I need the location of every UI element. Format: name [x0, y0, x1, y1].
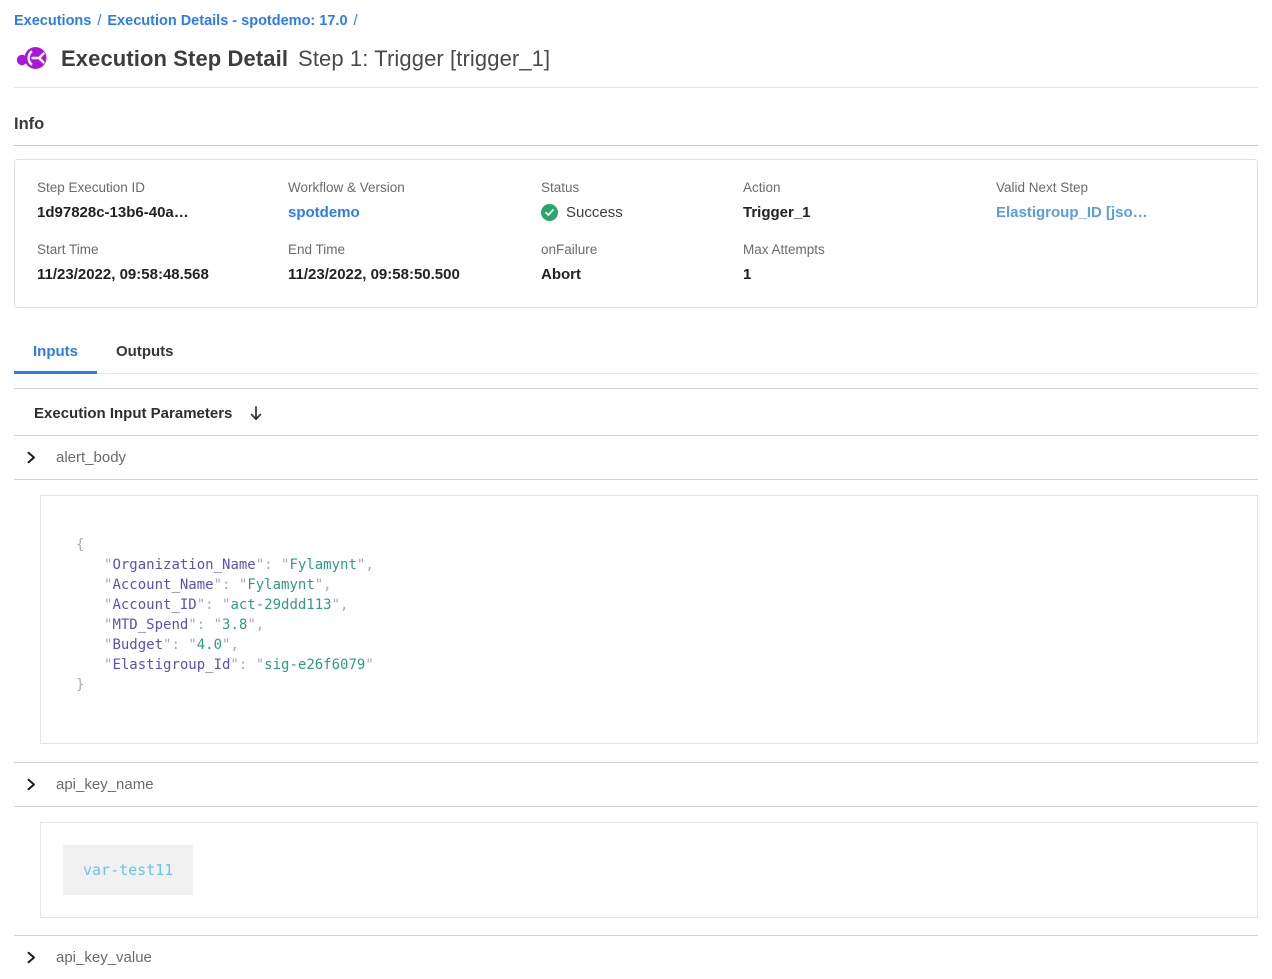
- status-badge: Success: [541, 204, 743, 221]
- code-line: "Account_Name": "Fylamynt",: [76, 575, 1223, 595]
- field-action: Action Trigger_1: [743, 180, 996, 222]
- chevron-right-icon: [24, 777, 38, 792]
- max-attempts-value: 1: [743, 266, 996, 283]
- field-valid-next-step: Valid Next Step Elastigroup_ID [jso…: [996, 180, 1247, 222]
- field-label: Max Attempts: [743, 242, 996, 257]
- field-label: Step Execution ID: [37, 180, 288, 195]
- breadcrumb-separator: /: [91, 13, 107, 29]
- workflow-link[interactable]: spotdemo: [288, 204, 360, 221]
- header-divider: [14, 87, 1258, 88]
- param-row-api-key-value[interactable]: api_key_value: [14, 936, 1258, 979]
- field-start-time: Start Time 11/23/2022, 09:58:48.568: [37, 242, 288, 283]
- code-line: "Elastigroup_Id": "sig-e26f6079": [76, 655, 1223, 675]
- field-label: Workflow & Version: [288, 180, 541, 195]
- field-label: onFailure: [541, 242, 743, 257]
- field-workflow-version: Workflow & Version spotdemo: [288, 180, 541, 222]
- alert-body-json-panel: {"Organization_Name": "Fylamynt","Accoun…: [40, 495, 1258, 744]
- api-key-name-value-panel: var-test11: [40, 822, 1258, 918]
- info-section-heading: Info: [14, 115, 1258, 134]
- execution-step-detail-page: Executions/Execution Details - spotdemo:…: [0, 0, 1272, 979]
- step-execution-id-value: 1d97828c-13b6-40a…: [37, 204, 288, 221]
- field-empty: [996, 242, 1247, 283]
- status-text: Success: [566, 204, 623, 221]
- section-row-divider: [14, 479, 1258, 480]
- tab-inputs[interactable]: Inputs: [14, 334, 97, 374]
- breadcrumb: Executions/Execution Details - spotdemo:…: [14, 0, 1258, 29]
- start-time-value: 11/23/2022, 09:58:48.568: [37, 266, 288, 283]
- end-time-value: 11/23/2022, 09:58:50.500: [288, 266, 541, 283]
- section-row-divider: [14, 806, 1258, 807]
- chevron-right-icon: [24, 950, 38, 965]
- page-header: Execution Step Detail Step 1: Trigger [tr…: [14, 45, 1258, 72]
- success-check-icon: [541, 204, 558, 221]
- field-step-execution-id: Step Execution ID 1d97828c-13b6-40a…: [37, 180, 288, 222]
- param-name: alert_body: [56, 449, 126, 466]
- field-end-time: End Time 11/23/2022, 09:58:50.500: [288, 242, 541, 283]
- breadcrumb-separator: /: [348, 13, 364, 29]
- breadcrumb-link-execution-details[interactable]: Execution Details - spotdemo: 17.0: [107, 13, 347, 29]
- execution-input-parameters-header: Execution Input Parameters: [14, 389, 1258, 435]
- page-title: Execution Step Detail Step 1: Trigger [tr…: [61, 46, 550, 72]
- field-label: Start Time: [37, 242, 288, 257]
- code-line: "MTD_Spend": "3.8",: [76, 615, 1223, 635]
- json-code-block: {"Organization_Name": "Fylamynt","Accoun…: [76, 535, 1223, 695]
- fylamynt-logo-icon: [16, 45, 47, 72]
- onfailure-value: Abort: [541, 266, 743, 283]
- api-key-name-value: var-test11: [63, 845, 193, 895]
- code-line: "Organization_Name": "Fylamynt",: [76, 555, 1223, 575]
- field-label: Valid Next Step: [996, 180, 1247, 195]
- field-status: Status Success: [541, 180, 743, 222]
- field-label: Status: [541, 180, 743, 195]
- param-name: api_key_name: [56, 776, 154, 793]
- breadcrumb-link-executions[interactable]: Executions: [14, 13, 91, 29]
- tab-bar: Inputs Outputs: [14, 334, 1258, 374]
- field-max-attempts: Max Attempts 1: [743, 242, 996, 283]
- info-card: Step Execution ID 1d97828c-13b6-40a… Wor…: [14, 159, 1258, 308]
- execution-input-parameters-title: Execution Input Parameters: [34, 405, 232, 422]
- tab-outputs[interactable]: Outputs: [97, 334, 193, 374]
- action-value: Trigger_1: [743, 204, 996, 221]
- page-title-main: Execution Step Detail: [61, 46, 288, 71]
- code-line: "Account_ID": "act-29ddd113",: [76, 595, 1223, 615]
- page-title-step: Step 1: Trigger [trigger_1]: [298, 46, 550, 71]
- param-row-alert-body[interactable]: alert_body: [14, 436, 1258, 479]
- valid-next-step-link[interactable]: Elastigroup_ID [jso…: [996, 204, 1148, 221]
- field-onfailure: onFailure Abort: [541, 242, 743, 283]
- code-line: "Budget": "4.0",: [76, 635, 1223, 655]
- code-line: }: [76, 675, 1223, 695]
- sort-descending-icon[interactable]: [248, 405, 264, 422]
- field-label: End Time: [288, 242, 541, 257]
- param-row-api-key-name[interactable]: api_key_name: [14, 763, 1258, 806]
- param-name: api_key_value: [56, 949, 152, 966]
- field-label: Action: [743, 180, 996, 195]
- info-heading-divider: [14, 145, 1258, 146]
- code-line: {: [76, 535, 1223, 555]
- chevron-right-icon: [24, 450, 38, 465]
